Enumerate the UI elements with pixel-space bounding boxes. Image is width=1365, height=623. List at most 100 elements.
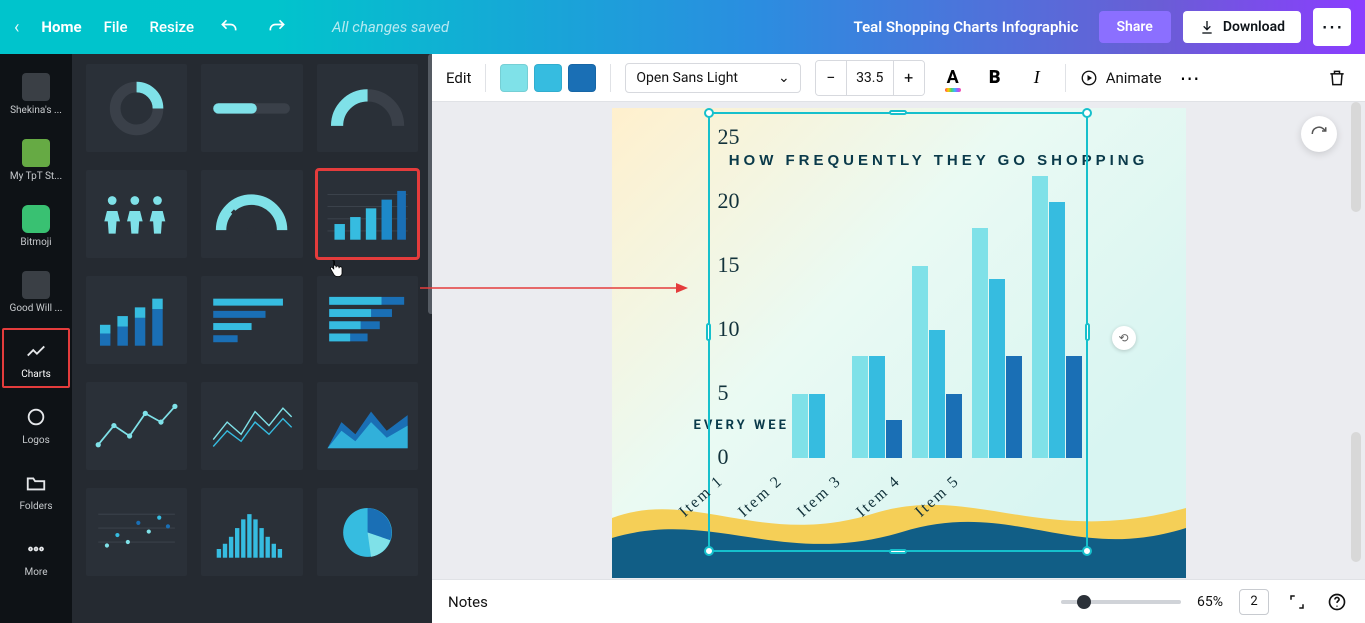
chart-thumb-stacked-bars[interactable] — [86, 276, 187, 364]
chart-thumb-line[interactable] — [86, 382, 187, 470]
italic-button[interactable]: I — [1023, 64, 1051, 92]
resize-handle-nw[interactable] — [704, 108, 714, 118]
swatch-1[interactable] — [500, 64, 528, 92]
logos-icon — [22, 403, 50, 431]
separator — [610, 64, 611, 92]
header-left-group: ‹ Home File Resize All changes saved — [14, 14, 449, 40]
context-toolbar: Edit Open Sans Light ⌄ − 33.5 + A B I — [432, 54, 1365, 102]
chart-thumb-dial[interactable] — [201, 170, 302, 258]
rail-more[interactable]: More — [0, 524, 72, 588]
download-label: Download — [1223, 19, 1285, 35]
app-icon — [22, 73, 50, 101]
chart-thumb-pie[interactable] — [317, 488, 418, 576]
app-rail: Shekina's ... My TpT St... Bitmoji Good … — [0, 54, 72, 623]
font-size-decrease[interactable]: − — [816, 61, 846, 95]
header-more-button[interactable]: ⋯ — [1313, 8, 1351, 46]
chart-thumb-people[interactable] — [86, 170, 187, 258]
resize-handle-ne[interactable] — [1082, 108, 1092, 118]
page-count-button[interactable]: 2 — [1239, 589, 1269, 615]
menu-resize[interactable]: Resize — [150, 18, 194, 36]
text-color-button[interactable]: A — [939, 64, 967, 92]
chart-thumb-donut[interactable] — [86, 64, 187, 152]
rail-app-goodwill[interactable]: Good Will ... — [0, 260, 72, 324]
delete-button[interactable] — [1323, 64, 1351, 92]
menu-file[interactable]: File — [104, 18, 128, 36]
swatch-3[interactable] — [568, 64, 596, 92]
rail-logos[interactable]: Logos — [0, 392, 72, 456]
canvas-viewport[interactable]: HOW FREQUENTLY THEY GO SHOPPING EVERY WE… — [432, 102, 1365, 579]
swatch-2[interactable] — [534, 64, 562, 92]
resize-handle-s[interactable] — [889, 549, 907, 554]
rail-charts[interactable]: Charts — [0, 326, 72, 390]
font-name: Open Sans Light — [636, 70, 738, 86]
help-icon[interactable] — [1325, 590, 1349, 614]
undo-icon[interactable] — [216, 14, 242, 40]
rail-folders[interactable]: Folders — [0, 458, 72, 522]
rail-label: More — [24, 567, 47, 578]
edit-button[interactable]: Edit — [446, 69, 471, 87]
chart-thumbnails-grid — [86, 64, 418, 576]
rail-app-shekina[interactable]: Shekina's ... — [0, 62, 72, 126]
font-size-value[interactable]: 33.5 — [846, 61, 894, 95]
rail-label: Good Will ... — [10, 303, 63, 314]
zoom-level[interactable]: 65% — [1197, 594, 1223, 610]
rail-label: My TpT St... — [10, 171, 62, 182]
resize-handle-se[interactable] — [1082, 546, 1092, 556]
chart-thumb-bar-selected[interactable] — [317, 170, 418, 258]
rail-label: Folders — [19, 501, 52, 512]
separator — [485, 64, 486, 92]
cursor-indicator — [328, 260, 344, 278]
document-title[interactable]: Teal Shopping Charts Infographic — [854, 18, 1079, 36]
more-icon — [22, 535, 50, 563]
font-family-select[interactable]: Open Sans Light ⌄ — [625, 63, 800, 93]
app-header: ‹ Home File Resize All changes saved Tea… — [0, 0, 1365, 54]
rail-label: Charts — [21, 369, 51, 380]
chart-thumb-multiline[interactable] — [201, 382, 302, 470]
redo-icon[interactable] — [264, 14, 290, 40]
zoom-slider[interactable] — [1061, 600, 1181, 604]
animate-button[interactable]: Animate — [1080, 69, 1162, 87]
save-status: All changes saved — [332, 18, 449, 36]
sync-badge[interactable]: ⟲ — [1112, 326, 1136, 350]
chart-thumb-progress[interactable] — [201, 64, 302, 152]
resize-handle-n[interactable] — [889, 110, 907, 115]
rail-label: Bitmoji — [20, 237, 51, 248]
chart-thumb-hbar-2[interactable] — [317, 276, 418, 364]
font-size-increase[interactable]: + — [894, 61, 924, 95]
chart-thumb-scatter[interactable] — [86, 488, 187, 576]
resize-handle-sw[interactable] — [704, 546, 714, 556]
toolbar-more-button[interactable]: ⋯ — [1176, 64, 1204, 92]
chart-thumb-hbar-1[interactable] — [201, 276, 302, 364]
refresh-preview-button[interactable] — [1301, 116, 1337, 152]
download-button[interactable]: Download — [1183, 11, 1301, 43]
scroll-thumb[interactable] — [1351, 432, 1361, 562]
chevron-down-icon: ⌄ — [778, 70, 790, 86]
app-icon — [22, 271, 50, 299]
notes-button[interactable]: Notes — [448, 593, 488, 611]
share-button[interactable]: Share — [1099, 11, 1171, 43]
scroll-thumb[interactable] — [1351, 102, 1361, 212]
rail-app-tpt[interactable]: My TpT St... — [0, 128, 72, 192]
page-chevron-icon[interactable]: ⌄ — [893, 576, 903, 578]
body-row: Shekina's ... My TpT St... Bitmoji Good … — [0, 54, 1365, 623]
editor-footer: Notes 65% 2 — [432, 579, 1365, 623]
charts-icon — [22, 337, 50, 365]
font-size-group: − 33.5 + — [815, 60, 925, 96]
app-icon — [22, 139, 50, 167]
header-right-group: Share Download ⋯ — [1099, 8, 1352, 46]
chart-thumb-gauge-half[interactable] — [317, 64, 418, 152]
canvas-scrollbar[interactable] — [1349, 102, 1363, 549]
fullscreen-icon[interactable] — [1285, 590, 1309, 614]
resize-handle-w[interactable] — [706, 323, 711, 341]
back-icon[interactable]: ‹ — [14, 17, 19, 38]
resize-handle-e[interactable] — [1085, 323, 1090, 341]
rail-app-bitmoji[interactable]: Bitmoji — [0, 194, 72, 258]
chart-thumb-area[interactable] — [317, 382, 418, 470]
bold-button[interactable]: B — [981, 64, 1009, 92]
chart-thumb-histogram[interactable] — [201, 488, 302, 576]
menu-home[interactable]: Home — [41, 18, 81, 36]
zoom-slider-knob[interactable] — [1077, 595, 1091, 609]
separator — [1065, 64, 1066, 92]
design-page[interactable]: HOW FREQUENTLY THEY GO SHOPPING EVERY WE… — [612, 108, 1186, 578]
editor-area: Edit Open Sans Light ⌄ − 33.5 + A B I — [432, 54, 1365, 623]
